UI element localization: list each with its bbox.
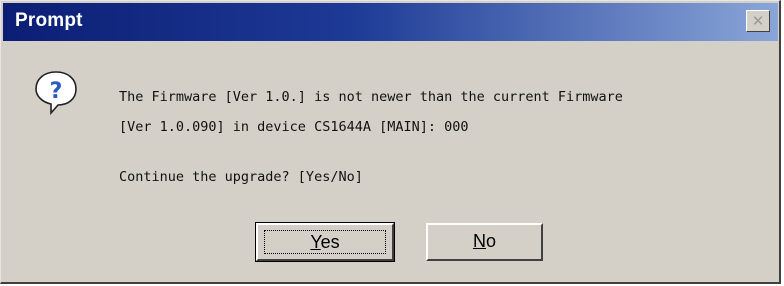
focus-rectangle: Yes (264, 230, 386, 254)
no-button[interactable]: No (426, 223, 543, 261)
message-line-2: [Ver 1.0.090] in device CS1644A [MAIN]: … (119, 119, 469, 135)
yes-button-accelerator: Y (310, 232, 321, 252)
window-title: Prompt (15, 10, 83, 31)
close-icon: ✕ (751, 12, 765, 30)
message-line-3: Continue the upgrade? [Yes/No] (119, 169, 363, 185)
prompt-dialog: Prompt ✕ ? The Firmware [Ver 1.0.] is no… (0, 0, 781, 284)
svg-text:?: ? (50, 79, 63, 104)
no-button-label: o (485, 231, 496, 251)
question-icon: ? (35, 71, 77, 115)
yes-button[interactable]: Yes (255, 222, 395, 262)
close-button[interactable]: ✕ (746, 10, 770, 32)
no-button-accelerator: N (472, 231, 486, 251)
yes-button-label: es (320, 232, 340, 252)
title-bar[interactable]: Prompt ✕ (3, 3, 778, 41)
message-line-1: The Firmware [Ver 1.0.] is not newer tha… (119, 89, 623, 105)
